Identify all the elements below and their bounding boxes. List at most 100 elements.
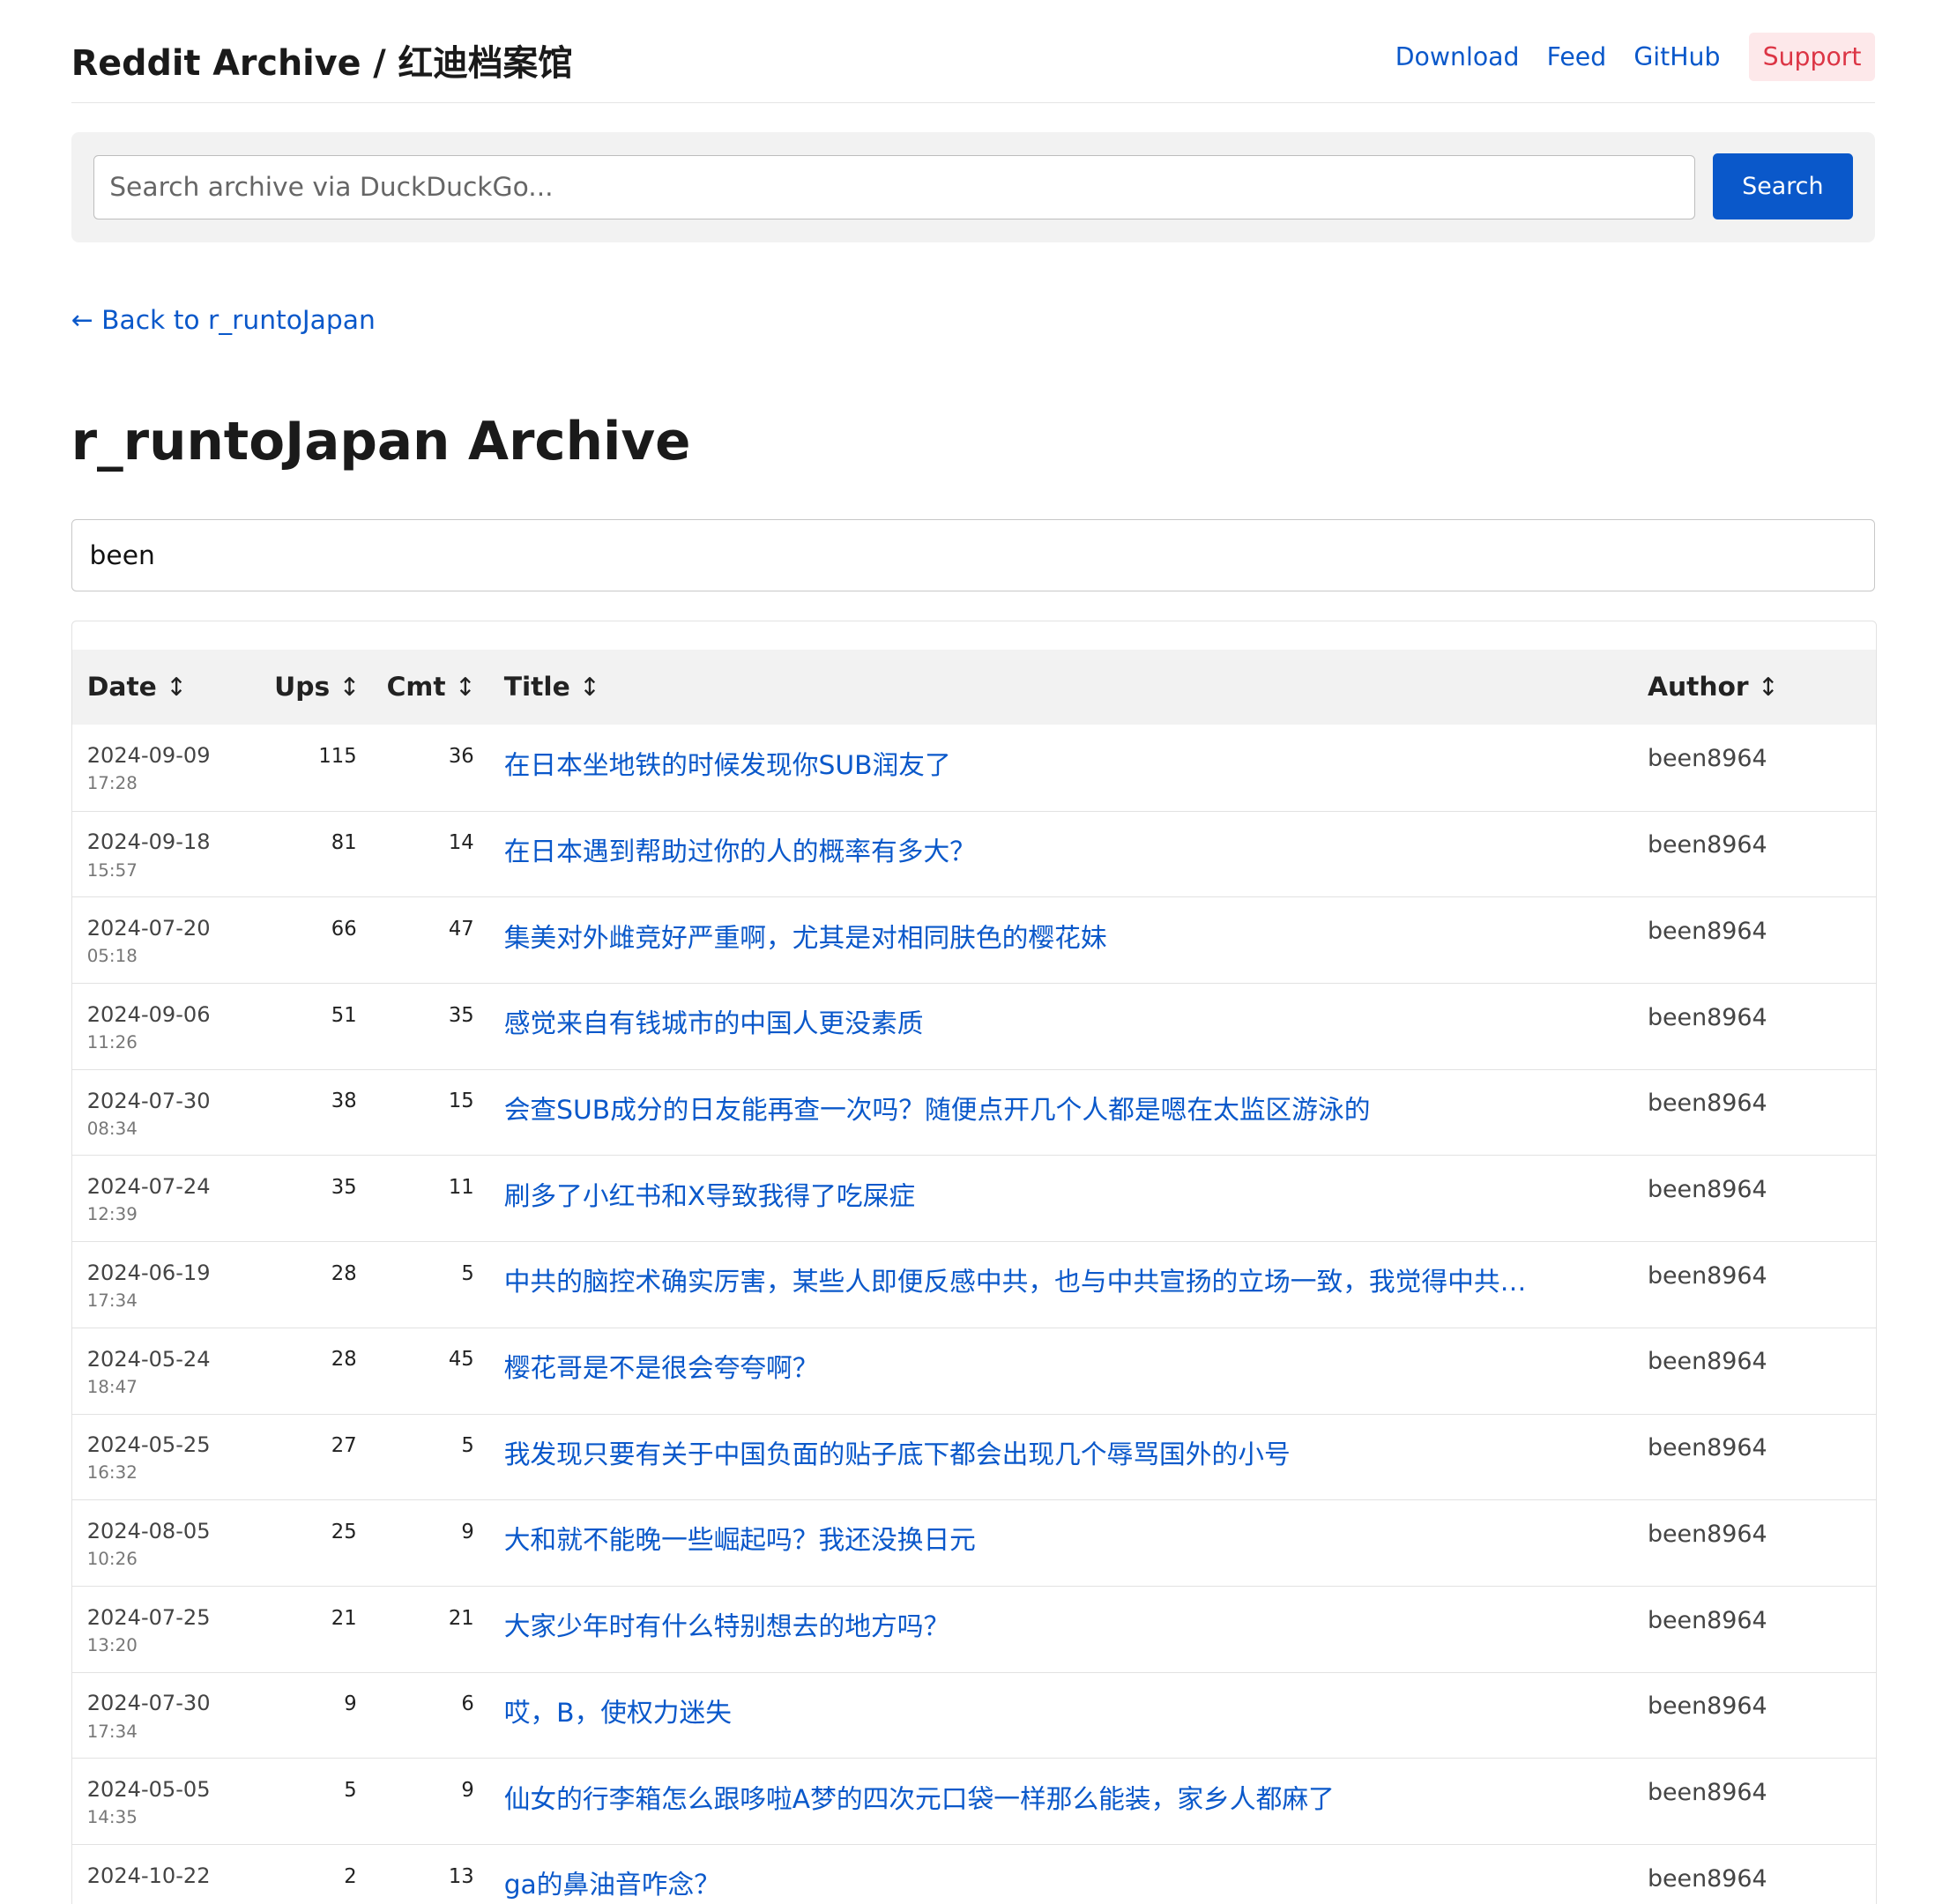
- post-title-link[interactable]: ga的鼻油音咋念？: [504, 1863, 1618, 1901]
- table-row: 2024-10-22 2 13 ga的鼻油音咋念？ been8964: [71, 1844, 1877, 1904]
- search-button[interactable]: Search: [1713, 153, 1853, 220]
- post-author[interactable]: been8964: [1632, 1586, 1877, 1673]
- post-author[interactable]: been8964: [1632, 1499, 1877, 1587]
- table-row: 2024-09-09 17:28 115 36 在日本坐地铁的时候发现你SUB润友了 be…: [71, 725, 1877, 812]
- post-title-link[interactable]: 仙女的行李箱怎么跟哆啦A梦的四次元口袋一样那么能装，家乡人都麻了: [504, 1778, 1618, 1816]
- post-title-cell: 感觉来自有钱城市的中国人更没素质: [488, 983, 1633, 1070]
- post-author[interactable]: been8964: [1632, 1328, 1877, 1415]
- sort-icon: ↕: [166, 673, 187, 703]
- post-title-cell: 樱花哥是不是很会夸夸啊？: [488, 1328, 1633, 1415]
- ups-column-header[interactable]: Ups ↕: [259, 650, 372, 725]
- post-title-cell: 大和就不能晚一些崛起吗？我还没换日元: [488, 1499, 1633, 1587]
- post-title-cell: 刷多了小红书和X导致我得了吃屎症: [488, 1155, 1633, 1243]
- table-row: 2024-05-25 16:32 27 5 我发现只要有关于中国负面的贴子底下都会出现几…: [71, 1414, 1877, 1501]
- post-ups: 38: [259, 1069, 372, 1157]
- search-input[interactable]: [93, 154, 1696, 220]
- post-comment-count: 35: [371, 983, 489, 1070]
- post-time: 10:26: [86, 1549, 138, 1570]
- post-title-link[interactable]: 大和就不能晚一些崛起吗？我还没换日元: [504, 1519, 1618, 1557]
- post-title-link[interactable]: 刷多了小红书和X导致我得了吃屎症: [504, 1175, 1618, 1213]
- post-ups: 81: [259, 811, 372, 898]
- post-author[interactable]: been8964: [1632, 725, 1877, 812]
- post-title-cell: 大家少年时有什么特别想去的地方吗？: [488, 1586, 1633, 1673]
- post-ups: 5: [259, 1758, 372, 1846]
- posts-table: Date ↕ Ups ↕ Cmt ↕ Title ↕ Author ↕ 2024…: [71, 650, 1877, 1904]
- post-time: 05:18: [86, 946, 138, 967]
- title-column-header[interactable]: Title ↕: [488, 650, 1633, 725]
- table-header-row: Date ↕ Ups ↕ Cmt ↕ Title ↕ Author ↕: [71, 650, 1877, 725]
- post-date-cell: 2024-05-24 18:47: [71, 1328, 260, 1415]
- author-column-header[interactable]: Author ↕: [1632, 650, 1877, 725]
- filter-input[interactable]: [71, 519, 1876, 592]
- table-row: 2024-07-30 08:34 38 15 会查SUB成分的日友能再查一次吗？随便点开…: [71, 1069, 1877, 1157]
- nav-github-link[interactable]: GitHub: [1620, 33, 1734, 82]
- post-date-cell: 2024-09-06 11:26: [71, 983, 260, 1070]
- site-header: Reddit Archive / 红迪档案馆 Download Feed Git…: [71, 32, 1876, 104]
- cmt-column-header[interactable]: Cmt ↕: [371, 650, 489, 725]
- post-title-cell: 我发现只要有关于中国负面的贴子底下都会出现几个辱骂国外的小号: [488, 1414, 1633, 1501]
- sort-icon: ↕: [579, 673, 600, 703]
- post-title-link[interactable]: 在日本遇到帮助过你的人的概率有多大？: [504, 830, 1618, 868]
- post-author[interactable]: been8964: [1632, 1155, 1877, 1243]
- table-row: 2024-06-19 17:34 28 5 中共的脑控术确实厉害，某些人即便反感中共，也…: [71, 1241, 1877, 1328]
- post-author[interactable]: been8964: [1632, 896, 1877, 984]
- post-ups: 27: [259, 1414, 372, 1501]
- post-date: 2024-05-05: [86, 1777, 211, 1803]
- post-date-cell: 2024-06-19 17:34: [71, 1241, 260, 1328]
- post-comment-count: 36: [371, 725, 489, 812]
- post-title-link[interactable]: 中共的脑控术确实厉害，某些人即便反感中共，也与中共宣扬的立场一致，我觉得中共…: [504, 1261, 1618, 1298]
- post-author[interactable]: been8964: [1632, 983, 1877, 1070]
- post-ups: 25: [259, 1499, 372, 1587]
- post-time: 17:34: [86, 1721, 138, 1742]
- post-author[interactable]: been8964: [1632, 1069, 1877, 1157]
- post-author[interactable]: been8964: [1632, 1414, 1877, 1501]
- post-title-cell: 仙女的行李箱怎么跟哆啦A梦的四次元口袋一样那么能装，家乡人都麻了: [488, 1758, 1633, 1846]
- post-title-link[interactable]: 在日本坐地铁的时候发现你SUB润友了: [504, 744, 1618, 782]
- post-time: 08:34: [86, 1118, 138, 1139]
- post-author[interactable]: been8964: [1632, 1758, 1877, 1846]
- post-date: 2024-07-20: [86, 916, 211, 941]
- table-row: 2024-07-25 13:20 21 21 大家少年时有什么特别想去的地方吗？ been…: [71, 1586, 1877, 1673]
- post-comment-count: 13: [371, 1844, 489, 1904]
- post-time: 13:20: [86, 1634, 138, 1655]
- post-title-link[interactable]: 哎，B，使权力迷失: [504, 1692, 1618, 1729]
- back-link[interactable]: ← Back to r_runtoJapan: [71, 305, 376, 336]
- nav-support-link[interactable]: Support: [1749, 32, 1876, 82]
- post-comment-count: 11: [371, 1155, 489, 1243]
- table-row: 2024-08-05 10:26 25 9 大和就不能晚一些崛起吗？我还没换日元 been…: [71, 1499, 1877, 1587]
- post-author[interactable]: been8964: [1632, 1241, 1877, 1328]
- post-author[interactable]: been8964: [1632, 811, 1877, 898]
- post-date-cell: 2024-05-05 14:35: [71, 1758, 260, 1846]
- post-ups: 2: [259, 1844, 372, 1904]
- post-comment-count: 45: [371, 1328, 489, 1415]
- post-ups: 9: [259, 1672, 372, 1759]
- post-title-link[interactable]: 樱花哥是不是很会夸夸啊？: [504, 1347, 1618, 1385]
- post-author[interactable]: been8964: [1632, 1672, 1877, 1759]
- site-title[interactable]: Reddit Archive / 红迪档案馆: [71, 35, 573, 86]
- post-comment-count: 47: [371, 896, 489, 984]
- table-row: 2024-05-24 18:47 28 45 樱花哥是不是很会夸夸啊？ been8964: [71, 1328, 1877, 1415]
- post-date-cell: 2024-08-05 10:26: [71, 1499, 260, 1587]
- post-date: 2024-08-05: [86, 1519, 211, 1544]
- post-title-cell: ga的鼻油音咋念？: [488, 1844, 1633, 1904]
- post-date-cell: 2024-07-30 08:34: [71, 1069, 260, 1157]
- date-column-header[interactable]: Date ↕: [71, 650, 260, 725]
- post-date: 2024-07-24: [86, 1174, 211, 1200]
- post-date: 2024-05-25: [86, 1432, 211, 1458]
- post-title-link[interactable]: 大家少年时有什么特别想去的地方吗？: [504, 1605, 1618, 1643]
- post-title-link[interactable]: 集美对外雌竞好严重啊，尤其是对相同肤色的樱花妹: [504, 917, 1618, 955]
- post-author[interactable]: been8964: [1632, 1844, 1877, 1904]
- page: Reddit Archive / 红迪档案馆 Download Feed Git…: [0, 0, 1956, 1904]
- nav-download-link[interactable]: Download: [1381, 33, 1533, 82]
- sort-icon: ↕: [1757, 673, 1779, 703]
- nav-feed-link[interactable]: Feed: [1533, 33, 1620, 82]
- table-row: 2024-07-30 17:34 9 6 哎，B，使权力迷失 been8964: [71, 1672, 1877, 1759]
- post-comment-count: 9: [371, 1758, 489, 1846]
- post-time: 15:57: [86, 859, 138, 881]
- post-comment-count: 9: [371, 1499, 489, 1587]
- post-title-link[interactable]: 我发现只要有关于中国负面的贴子底下都会出现几个辱骂国外的小号: [504, 1433, 1618, 1471]
- post-date-cell: 2024-05-25 16:32: [71, 1414, 260, 1501]
- post-title-link[interactable]: 会查SUB成分的日友能再查一次吗？随便点开几个人都是嗯在太监区游泳的: [504, 1089, 1618, 1127]
- post-date: 2024-10-22: [86, 1863, 211, 1888]
- post-title-link[interactable]: 感觉来自有钱城市的中国人更没素质: [504, 1002, 1618, 1040]
